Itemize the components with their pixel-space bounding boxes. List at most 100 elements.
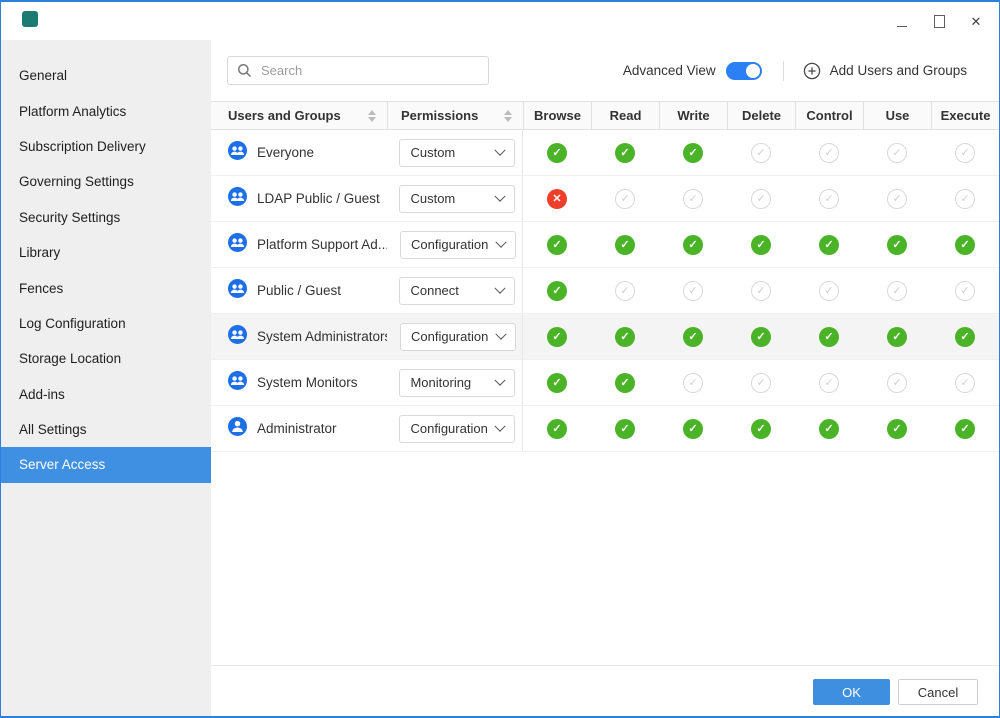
status-cell-use: ✓: [863, 235, 931, 255]
granted-status-icon[interactable]: ✓: [615, 143, 635, 163]
status-cell-delete: ✓: [727, 143, 795, 163]
granted-status-icon[interactable]: ✓: [887, 419, 907, 439]
granted-status-icon[interactable]: ✓: [751, 327, 771, 347]
chevron-down-icon: [495, 144, 506, 155]
unset-status-icon[interactable]: ✓: [819, 281, 839, 301]
denied-status-icon[interactable]: ✕: [547, 189, 567, 209]
unset-status-icon[interactable]: ✓: [955, 143, 975, 163]
ok-button[interactable]: OK: [813, 679, 890, 705]
granted-status-icon[interactable]: ✓: [615, 419, 635, 439]
granted-status-icon[interactable]: ✓: [547, 373, 567, 393]
sidebar-item-log-configuration[interactable]: Log Configuration: [1, 306, 211, 341]
granted-status-icon[interactable]: ✓: [683, 143, 703, 163]
sidebar-item-security-settings[interactable]: Security Settings: [1, 200, 211, 235]
status-cell-write: ✓: [659, 327, 727, 347]
advanced-view-toggle[interactable]: [726, 62, 762, 80]
granted-status-icon[interactable]: ✓: [751, 235, 771, 255]
sidebar-item-label: Platform Analytics: [19, 104, 126, 119]
unset-status-icon[interactable]: ✓: [615, 281, 635, 301]
granted-status-icon[interactable]: ✓: [819, 235, 839, 255]
sidebar-item-add-ins[interactable]: Add-ins: [1, 377, 211, 412]
add-users-and-groups-button[interactable]: Add Users and Groups: [803, 62, 967, 80]
unset-status-icon[interactable]: ✓: [887, 143, 907, 163]
user-group-name: Administrator: [257, 421, 337, 436]
access-flags: ✕ ✓ ✓ ✓ ✓ ✓ ✓: [522, 176, 999, 221]
status-cell-read: ✓: [591, 189, 659, 209]
unset-status-icon[interactable]: ✓: [751, 373, 771, 393]
column-header-use: Use: [863, 102, 931, 129]
unset-status-icon[interactable]: ✓: [819, 189, 839, 209]
permission-dropdown[interactable]: Monitoring: [399, 369, 515, 397]
unset-status-icon[interactable]: ✓: [955, 281, 975, 301]
granted-status-icon[interactable]: ✓: [751, 419, 771, 439]
permission-dropdown[interactable]: Connect: [399, 277, 515, 305]
sidebar-item-label: Library: [19, 245, 60, 260]
unset-status-icon[interactable]: ✓: [751, 281, 771, 301]
users-group-icon: [228, 325, 247, 344]
cancel-button[interactable]: Cancel: [898, 679, 978, 705]
granted-status-icon[interactable]: ✓: [615, 327, 635, 347]
unset-status-icon[interactable]: ✓: [751, 143, 771, 163]
sidebar-item-subscription-delivery[interactable]: Subscription Delivery: [1, 129, 211, 164]
granted-status-icon[interactable]: ✓: [887, 235, 907, 255]
granted-status-icon[interactable]: ✓: [955, 419, 975, 439]
user-group-name: LDAP Public / Guest: [257, 191, 380, 206]
unset-status-icon[interactable]: ✓: [887, 373, 907, 393]
unset-status-icon[interactable]: ✓: [615, 189, 635, 209]
minimize-button[interactable]: [895, 14, 909, 28]
sidebar-item-platform-analytics[interactable]: Platform Analytics: [1, 93, 211, 128]
sidebar-item-server-access[interactable]: Server Access: [1, 447, 211, 482]
granted-status-icon[interactable]: ✓: [615, 373, 635, 393]
unset-status-icon[interactable]: ✓: [751, 189, 771, 209]
sidebar-item-governing-settings[interactable]: Governing Settings: [1, 164, 211, 199]
unset-status-icon[interactable]: ✓: [683, 189, 703, 209]
granted-status-icon[interactable]: ✓: [819, 327, 839, 347]
permission-dropdown[interactable]: Configuration: [400, 323, 516, 351]
user-group-name: System Monitors: [257, 375, 358, 390]
permission-dropdown[interactable]: Configuration: [399, 415, 515, 443]
permission-dropdown[interactable]: Custom: [399, 139, 515, 167]
sidebar-item-fences[interactable]: Fences: [1, 270, 211, 305]
granted-status-icon[interactable]: ✓: [819, 419, 839, 439]
sidebar-item-library[interactable]: Library: [1, 235, 211, 270]
column-header-execute: Execute: [931, 102, 999, 129]
search-input[interactable]: [259, 62, 479, 79]
sort-arrows-icon[interactable]: [504, 110, 512, 122]
column-header-users-and-groups[interactable]: Users and Groups: [211, 102, 387, 129]
sidebar-item-storage-location[interactable]: Storage Location: [1, 341, 211, 376]
granted-status-icon[interactable]: ✓: [547, 419, 567, 439]
sidebar-item-all-settings[interactable]: All Settings: [1, 412, 211, 447]
unset-status-icon[interactable]: ✓: [955, 189, 975, 209]
granted-status-icon[interactable]: ✓: [683, 327, 703, 347]
unset-status-icon[interactable]: ✓: [819, 143, 839, 163]
granted-status-icon[interactable]: ✓: [547, 281, 567, 301]
granted-status-icon[interactable]: ✓: [547, 235, 567, 255]
granted-status-icon[interactable]: ✓: [683, 235, 703, 255]
maximize-icon: [934, 15, 945, 28]
permission-dropdown[interactable]: Configuration: [400, 231, 516, 259]
granted-status-icon[interactable]: ✓: [955, 235, 975, 255]
unset-status-icon[interactable]: ✓: [683, 373, 703, 393]
granted-status-icon[interactable]: ✓: [683, 419, 703, 439]
granted-status-icon[interactable]: ✓: [615, 235, 635, 255]
sidebar-item-label: Governing Settings: [19, 174, 134, 189]
maximize-button[interactable]: [932, 14, 946, 28]
close-button[interactable]: ✕: [969, 14, 983, 28]
unset-status-icon[interactable]: ✓: [683, 281, 703, 301]
sidebar-item-general[interactable]: General: [1, 58, 211, 93]
toggle-knob: [746, 64, 760, 78]
unset-status-icon[interactable]: ✓: [887, 189, 907, 209]
granted-status-icon[interactable]: ✓: [547, 327, 567, 347]
granted-status-icon[interactable]: ✓: [547, 143, 567, 163]
unset-status-icon[interactable]: ✓: [955, 373, 975, 393]
sort-arrows-icon[interactable]: [368, 110, 376, 122]
unset-status-icon[interactable]: ✓: [819, 373, 839, 393]
status-cell-execute: ✓: [931, 373, 999, 393]
column-header-permissions[interactable]: Permissions: [387, 102, 523, 129]
granted-status-icon[interactable]: ✓: [955, 327, 975, 347]
unset-status-icon[interactable]: ✓: [887, 281, 907, 301]
sidebar-item-label: Log Configuration: [19, 316, 126, 331]
permission-dropdown[interactable]: Custom: [399, 185, 515, 213]
granted-status-icon[interactable]: ✓: [887, 327, 907, 347]
column-header-control: Control: [795, 102, 863, 129]
